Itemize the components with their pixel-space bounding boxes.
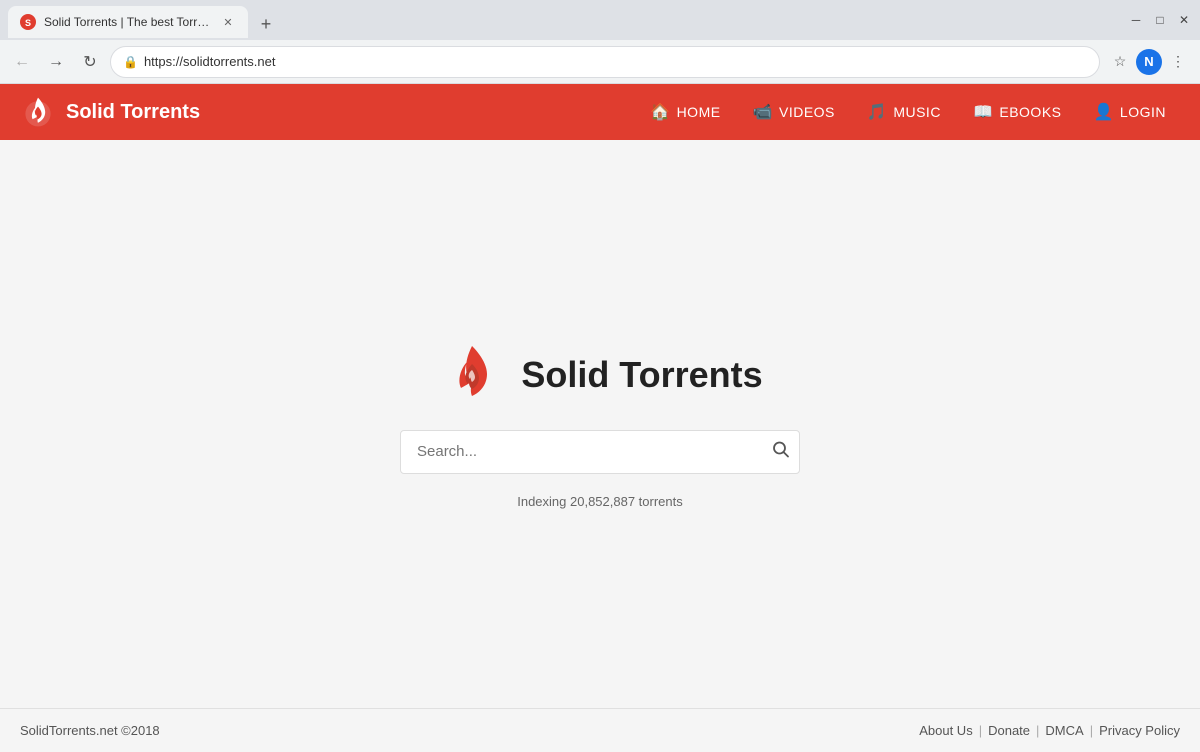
new-tab-button[interactable]: + <box>252 10 280 38</box>
search-input[interactable] <box>400 430 800 474</box>
menu-button[interactable]: ⋮ <box>1164 48 1192 76</box>
nav-ebooks-label: EBOOKS <box>999 104 1061 120</box>
user-icon: 👤 <box>1094 102 1114 122</box>
footer-copyright: SolidTorrents.net ©2018 <box>20 723 160 738</box>
search-button[interactable] <box>772 440 790 463</box>
site-header: Solid Torrents 🏠 HOME 📹 VIDEOS 🎵 MUSIC 📖… <box>0 84 1200 140</box>
nav-music[interactable]: 🎵 MUSIC <box>853 94 955 130</box>
search-icon <box>772 440 790 458</box>
back-button[interactable]: ← <box>8 48 36 76</box>
ebook-icon: 📖 <box>973 102 993 122</box>
tab-title: Solid Torrents | The best Torrent <box>44 15 212 29</box>
footer-links: About Us | Donate | DMCA | Privacy Polic… <box>919 723 1180 738</box>
browser-tab[interactable]: S Solid Torrents | The best Torrent ✕ <box>8 6 248 38</box>
lock-icon: 🔒 <box>123 55 138 69</box>
close-button[interactable]: ✕ <box>1176 12 1192 28</box>
site-logo[interactable]: Solid Torrents <box>20 94 200 130</box>
footer-dmca-link[interactable]: DMCA <box>1045 723 1083 738</box>
tab-close-button[interactable]: ✕ <box>220 14 236 30</box>
site-footer: SolidTorrents.net ©2018 About Us | Donat… <box>0 708 1200 752</box>
site-nav: 🏠 HOME 📹 VIDEOS 🎵 MUSIC 📖 EBOOKS 👤 LOGIN <box>636 94 1180 130</box>
minimize-button[interactable]: ─ <box>1128 12 1144 28</box>
browser-toolbar: ← → ↻ 🔒 https://solidtorrents.net ☆ N ⋮ <box>0 40 1200 84</box>
url-text: https://solidtorrents.net <box>144 54 1087 69</box>
footer-separator-2: | <box>1036 723 1039 738</box>
footer-privacy-link[interactable]: Privacy Policy <box>1099 723 1180 738</box>
nav-videos-label: VIDEOS <box>779 104 835 120</box>
nav-home[interactable]: 🏠 HOME <box>636 94 734 130</box>
browser-titlebar: S Solid Torrents | The best Torrent ✕ + … <box>0 0 1200 40</box>
search-container <box>400 430 800 474</box>
hero-logo: Solid Torrents <box>437 340 762 410</box>
bookmark-button[interactable]: ☆ <box>1106 48 1134 76</box>
profile-button[interactable]: N <box>1136 49 1162 75</box>
forward-button[interactable]: → <box>42 48 70 76</box>
window-controls: ─ □ ✕ <box>1128 12 1192 28</box>
footer-about-link[interactable]: About Us <box>919 723 972 738</box>
nav-ebooks[interactable]: 📖 EBOOKS <box>959 94 1076 130</box>
indexing-text: Indexing 20,852,887 torrents <box>517 494 683 509</box>
video-icon: 📹 <box>753 102 773 122</box>
hero-logo-icon <box>437 340 507 410</box>
site-name: Solid Torrents <box>66 101 200 124</box>
footer-separator-3: | <box>1090 723 1093 738</box>
browser-frame: S Solid Torrents | The best Torrent ✕ + … <box>0 0 1200 84</box>
site-main: Solid Torrents Indexing 20,852,887 torre… <box>0 140 1200 708</box>
address-bar[interactable]: 🔒 https://solidtorrents.net <box>110 46 1100 78</box>
music-icon: 🎵 <box>867 102 887 122</box>
maximize-button[interactable]: □ <box>1152 12 1168 28</box>
nav-videos[interactable]: 📹 VIDEOS <box>739 94 849 130</box>
nav-login[interactable]: 👤 LOGIN <box>1080 94 1181 130</box>
footer-donate-link[interactable]: Donate <box>988 723 1030 738</box>
hero-title: Solid Torrents <box>521 354 762 396</box>
footer-separator-1: | <box>979 723 982 738</box>
tab-bar: S Solid Torrents | The best Torrent ✕ + <box>8 2 1124 38</box>
hero-section: Solid Torrents Indexing 20,852,887 torre… <box>400 340 800 509</box>
logo-icon <box>20 94 56 130</box>
tab-favicon: S <box>20 14 36 30</box>
home-icon: 🏠 <box>650 102 670 122</box>
nav-home-label: HOME <box>677 104 721 120</box>
website-content: Solid Torrents 🏠 HOME 📹 VIDEOS 🎵 MUSIC 📖… <box>0 84 1200 752</box>
svg-text:S: S <box>25 18 31 28</box>
nav-music-label: MUSIC <box>893 104 941 120</box>
toolbar-actions: ☆ N ⋮ <box>1106 48 1192 76</box>
nav-login-label: LOGIN <box>1120 104 1166 120</box>
reload-button[interactable]: ↻ <box>76 48 104 76</box>
